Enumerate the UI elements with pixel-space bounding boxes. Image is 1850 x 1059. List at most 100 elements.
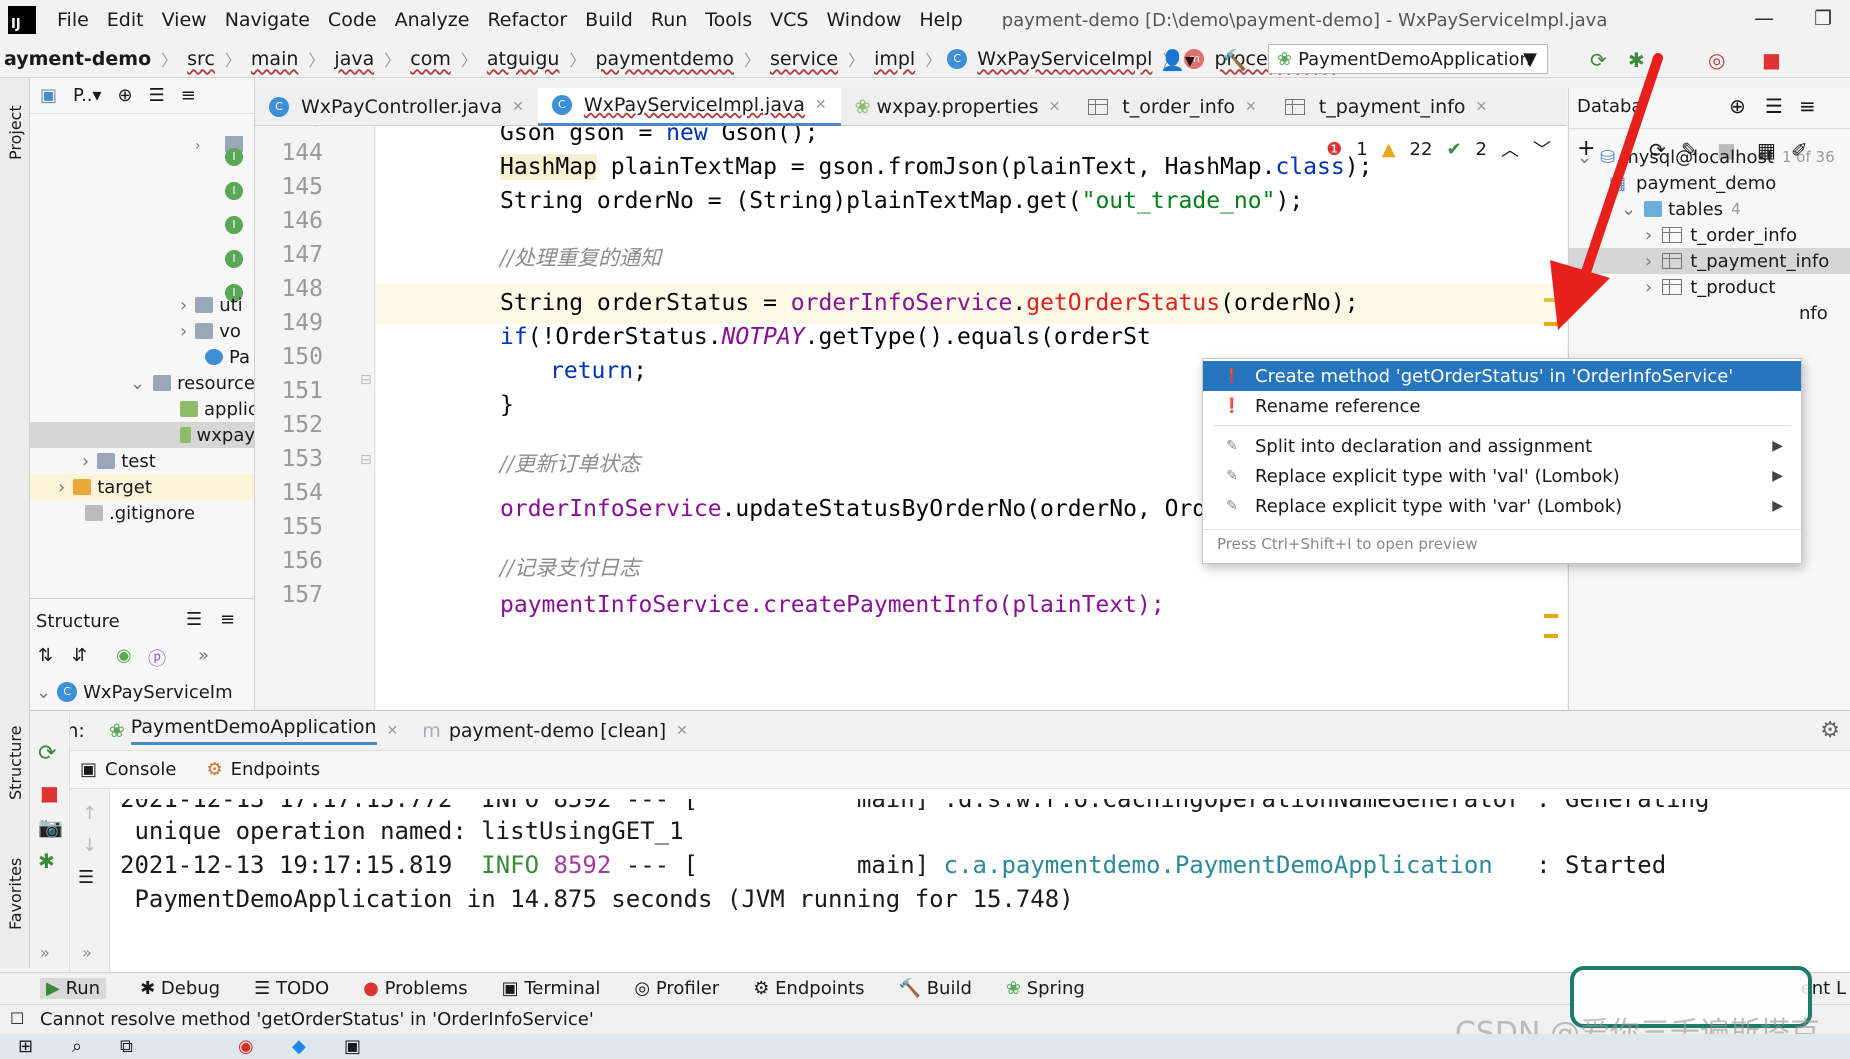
structure-tool-tab[interactable]: Structure xyxy=(6,726,25,800)
close-icon[interactable]: ✕ xyxy=(512,99,524,115)
inspection-widget[interactable]: ❶1 ▲ 22 ✔ 2 ︿ ﹀ xyxy=(1326,136,1551,162)
expand-all-icon[interactable]: ☰ xyxy=(1765,94,1783,118)
status-checkbox-icon[interactable]: ☐ xyxy=(10,1009,24,1028)
breadcrumb-impl[interactable]: impl xyxy=(870,48,919,70)
menu-edit[interactable]: Edit xyxy=(98,9,153,31)
task-view-icon[interactable]: ⧉ xyxy=(120,1036,133,1057)
close-icon[interactable]: ✕ xyxy=(1049,99,1061,115)
tree-item-wxpay-properties[interactable]: wxpay xyxy=(30,422,254,448)
menu-analyze[interactable]: Analyze xyxy=(386,9,479,31)
collapse-all-icon[interactable]: ≡ xyxy=(1799,94,1816,118)
breadcrumb-com[interactable]: com xyxy=(406,48,455,70)
favorites-tool-tab[interactable]: Favorites xyxy=(6,858,25,930)
popup-replace-var[interactable]: ✎ Replace explicit type with 'var' (Lombo… xyxy=(1203,491,1801,521)
locate-icon[interactable]: ⊕ xyxy=(118,85,133,106)
toolbar-debug[interactable]: ✱ Debug xyxy=(140,978,220,999)
scroll-up-icon[interactable]: ↑ xyxy=(82,803,97,824)
tab-wxpay-properties[interactable]: ❀ wxpay.properties ✕ xyxy=(841,88,1075,126)
tree-item-application-class[interactable]: Pa xyxy=(205,344,250,370)
expand-all-icon[interactable]: ☰ xyxy=(186,609,202,630)
menu-tools[interactable]: Tools xyxy=(696,9,761,31)
scrollbar-marker[interactable] xyxy=(1544,634,1558,638)
menu-view[interactable]: View xyxy=(153,9,216,31)
breadcrumb-class[interactable]: WxPayServiceImpl xyxy=(973,48,1156,70)
user-icon[interactable]: 👤▾ xyxy=(1160,48,1195,72)
chevron-up-icon[interactable]: ︿ xyxy=(1501,136,1519,162)
run-tab-payment-demo-clean[interactable]: payment-demo [clean] xyxy=(449,720,666,742)
toolbar-endpoints[interactable]: ⚙ Endpoints xyxy=(753,978,864,999)
debugger-icon[interactable]: ✱ xyxy=(38,849,55,873)
tree-item-resources[interactable]: ⌄ resource xyxy=(130,370,254,396)
profiler-icon[interactable]: ◎ xyxy=(1708,48,1725,72)
menu-refactor[interactable]: Refactor xyxy=(478,9,576,31)
popup-rename-reference[interactable]: ❗ Rename reference xyxy=(1203,391,1801,421)
breadcrumb-java[interactable]: java xyxy=(330,48,378,70)
stop-icon[interactable]: ■ xyxy=(40,781,59,805)
menu-run[interactable]: Run xyxy=(642,9,696,31)
chrome-icon[interactable]: ◉ xyxy=(238,1036,254,1057)
menu-help[interactable]: Help xyxy=(910,9,971,31)
subtab-endpoints[interactable]: Endpoints xyxy=(231,759,321,780)
close-icon[interactable]: ✕ xyxy=(387,723,399,739)
vscode-icon[interactable]: ◆ xyxy=(292,1036,306,1057)
camera-icon[interactable]: 📷 xyxy=(38,815,63,839)
scrollbar-marker[interactable] xyxy=(1544,614,1558,618)
windows-start-icon[interactable]: ⊞ xyxy=(18,1036,33,1057)
subtab-console[interactable]: Console xyxy=(105,759,176,780)
toolbar-run[interactable]: ▶ Run xyxy=(40,978,107,999)
menu-file[interactable]: File xyxy=(48,9,98,31)
tree-item-test[interactable]: › test xyxy=(82,448,156,474)
settings-target-icon[interactable]: ⊕ xyxy=(1729,94,1746,118)
project-tool-tab[interactable]: Project xyxy=(6,105,25,160)
stop-icon[interactable]: ■ xyxy=(1762,48,1781,72)
collapse-all-icon[interactable]: ≡ xyxy=(181,85,196,106)
toolbar-build[interactable]: 🔨 Build xyxy=(899,978,972,999)
scroll-down-icon[interactable]: ↓ xyxy=(82,835,97,856)
toolbar-spring[interactable]: ❀ Spring xyxy=(1006,978,1085,999)
popup-replace-val[interactable]: ✎ Replace explicit type with 'val' (Lombo… xyxy=(1203,461,1801,491)
tree-item-target[interactable]: › target xyxy=(30,474,254,500)
db-table-partial[interactable]: nfo xyxy=(1799,300,1828,326)
search-icon[interactable]: ⌕ xyxy=(72,1036,82,1057)
breadcrumb-project[interactable]: ayment-demo xyxy=(0,48,155,70)
toolbar-problems[interactable]: ● Problems xyxy=(363,978,467,999)
tree-chevron-icon[interactable]: › xyxy=(195,138,201,154)
toolbar-todo[interactable]: ☰ TODO xyxy=(254,978,329,999)
breadcrumb-service[interactable]: service xyxy=(766,48,842,70)
show-fields-icon[interactable]: ◉ xyxy=(116,645,132,666)
tree-item-vo[interactable]: › vo xyxy=(180,318,241,344)
more-icon[interactable]: » xyxy=(40,943,50,962)
menu-vcs[interactable]: VCS xyxy=(761,9,817,31)
toolbar-terminal[interactable]: ▣ Terminal xyxy=(502,978,601,999)
run-tab-payment-demo-application[interactable]: PaymentDemoApplication xyxy=(130,716,377,745)
tree-item-application-properties[interactable]: applic xyxy=(180,396,254,422)
structure-root-class[interactable]: ⌄ C WxPayServiceIm xyxy=(36,679,233,705)
more-icon[interactable]: » xyxy=(198,645,209,666)
menu-window[interactable]: Window xyxy=(817,9,910,31)
project-view-select[interactable]: P..▾ xyxy=(73,85,102,106)
build-hammer-icon[interactable]: 🔨 xyxy=(1222,48,1247,72)
breadcrumb-atguigu[interactable]: atguigu xyxy=(483,48,564,70)
breadcrumb-main[interactable]: main xyxy=(247,48,302,70)
tree-item-gitignore[interactable]: .gitignore xyxy=(85,500,195,526)
gear-icon[interactable]: ⚙ xyxy=(1820,718,1840,743)
run-configuration-select[interactable]: ❀ PaymentDemoApplication ▼ xyxy=(1268,44,1548,74)
close-icon[interactable]: ✕ xyxy=(1476,99,1488,115)
show-properties-icon[interactable]: ⓟ xyxy=(148,645,166,671)
minimize-icon[interactable]: — xyxy=(1754,6,1774,30)
tab-wxpay-service-impl[interactable]: C WxPayServiceImpl.java ✕ xyxy=(537,87,841,126)
fold-icon[interactable]: ⊟ xyxy=(360,452,372,468)
popup-create-method[interactable]: ❗ Create method 'getOrderStatus' in 'Orde… xyxy=(1203,361,1801,391)
popup-split-declaration[interactable]: ✎ Split into declaration and assignment ▶ xyxy=(1203,431,1801,461)
menu-code[interactable]: Code xyxy=(319,9,386,31)
breadcrumb-paymentdemo[interactable]: paymentdemo xyxy=(591,48,738,70)
menu-build[interactable]: Build xyxy=(576,9,642,31)
close-icon[interactable]: ✕ xyxy=(1245,99,1257,115)
maximize-icon[interactable]: ❐ xyxy=(1814,6,1832,30)
soft-wrap-icon[interactable]: ☰ xyxy=(78,867,94,888)
fold-icon[interactable]: ⊟ xyxy=(360,372,372,388)
sort-alpha-icon[interactable]: ⇅ xyxy=(38,645,53,666)
close-icon[interactable]: ✕ xyxy=(815,97,827,113)
tab-t-order-info[interactable]: t_order_info ✕ xyxy=(1074,88,1270,126)
expand-all-icon[interactable]: ☰ xyxy=(149,85,165,106)
